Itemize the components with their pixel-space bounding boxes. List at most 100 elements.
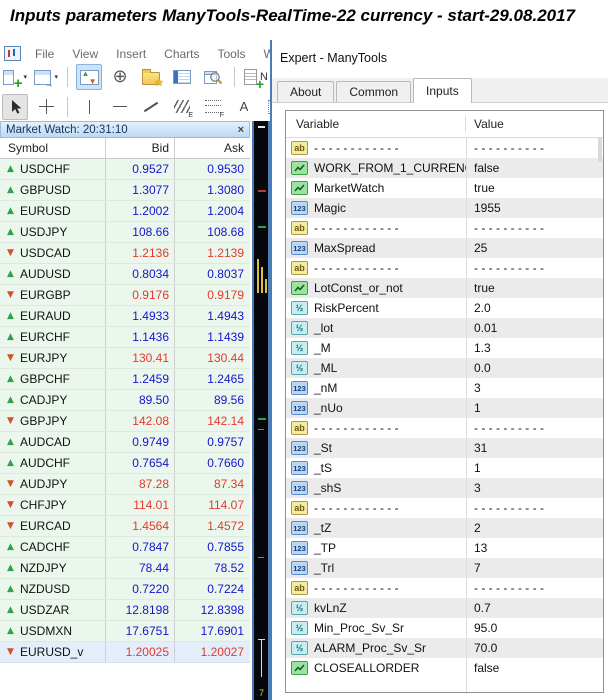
- market-watch-row-USDCHF[interactable]: ▲ USDCHF 0.9527 0.9530: [0, 159, 250, 180]
- market-watch-row-USDJPY[interactable]: ▲ USDJPY 108.66 108.68: [0, 222, 250, 243]
- input-row-Magic[interactable]: 123 Magic 1955: [286, 198, 603, 218]
- value-cell[interactable]: true: [466, 281, 603, 295]
- text-button[interactable]: A: [231, 94, 257, 120]
- value-cell[interactable]: 0.01: [466, 321, 603, 335]
- value-cell[interactable]: 7: [466, 561, 603, 575]
- crosshair-button[interactable]: [33, 94, 59, 120]
- value-cell[interactable]: 25: [466, 241, 603, 255]
- profiles-button[interactable]: ▾: [33, 64, 59, 90]
- strategy-tester-button[interactable]: [200, 64, 226, 90]
- channel-button[interactable]: E: [169, 94, 195, 120]
- value-cell[interactable]: false: [466, 161, 603, 175]
- cursor-button[interactable]: [2, 93, 28, 120]
- scrollbar-thumb[interactable]: [598, 138, 602, 162]
- value-cell[interactable]: 95.0: [466, 621, 603, 635]
- input-row-_M[interactable]: ½ _M 1.3: [286, 338, 603, 358]
- input-row-_nM[interactable]: 123 _nM 3: [286, 378, 603, 398]
- value-cell[interactable]: 1.3: [466, 341, 603, 355]
- market-watch-row-AUDCAD[interactable]: ▲ AUDCAD 0.9749 0.9757: [0, 432, 250, 453]
- menu-insert[interactable]: Insert: [107, 47, 155, 61]
- market-watch-row-NZDJPY[interactable]: ▲ NZDJPY 78.44 78.52: [0, 558, 250, 579]
- input-row-ALARM_Proc_Sv_Sr[interactable]: ½ ALARM_Proc_Sv_Sr 70.0: [286, 638, 603, 658]
- market-watch-row-EURGBP[interactable]: ▼ EURGBP 0.9176 0.9179: [0, 285, 250, 306]
- column-header-bid[interactable]: Bid: [106, 138, 175, 158]
- value-cell[interactable]: 2: [466, 521, 603, 535]
- market-watch-row-USDZAR[interactable]: ▲ USDZAR 12.8198 12.8398: [0, 600, 250, 621]
- trendline-button[interactable]: [138, 94, 164, 120]
- market-watch-row-EURJPY[interactable]: ▼ EURJPY 130.41 130.44: [0, 348, 250, 369]
- market-watch-row-EURCAD[interactable]: ▼ EURCAD 1.4564 1.4572: [0, 516, 250, 537]
- input-row-LotConst_or_not[interactable]: LotConst_or_not true: [286, 278, 603, 298]
- fibonacci-button[interactable]: F: [200, 94, 226, 120]
- terminal-button[interactable]: [169, 64, 195, 90]
- value-cell[interactable]: true: [466, 181, 603, 195]
- input-row-_ML[interactable]: ½ _ML 0.0: [286, 358, 603, 378]
- market-watch-row-AUDCHF[interactable]: ▲ AUDCHF 0.7654 0.7660: [0, 453, 250, 474]
- input-row-_nUo[interactable]: 123 _nUo 1: [286, 398, 603, 418]
- input-row-_shS[interactable]: 123 _shS 3: [286, 478, 603, 498]
- market-watch-row-EURUSD[interactable]: ▲ EURUSD 1.2002 1.2004: [0, 201, 250, 222]
- dropdown-caret-icon[interactable]: ▾: [54, 73, 58, 81]
- market-watch-row-USDCAD[interactable]: ▼ USDCAD 1.2136 1.2139: [0, 243, 250, 264]
- column-header-symbol[interactable]: Symbol: [0, 138, 106, 158]
- market-watch-row-USDMXN[interactable]: ▲ USDMXN 17.6751 17.6901: [0, 621, 250, 642]
- input-row-separator[interactable]: ab - - - - - - - - - - - - - - - - - - - -…: [286, 258, 603, 278]
- close-icon[interactable]: ×: [238, 124, 244, 136]
- value-cell[interactable]: false: [466, 661, 603, 675]
- value-cell[interactable]: - - - - - - - - - -: [466, 141, 603, 155]
- market-watch-row-CHFJPY[interactable]: ▼ CHFJPY 114.01 114.07: [0, 495, 250, 516]
- menu-view[interactable]: View: [63, 47, 107, 61]
- input-row-separator[interactable]: ab - - - - - - - - - - - - - - - - - - - -…: [286, 138, 603, 158]
- data-window-button[interactable]: [107, 64, 133, 90]
- value-cell[interactable]: - - - - - - - - - -: [466, 261, 603, 275]
- new-chart-button[interactable]: ▾: [2, 64, 28, 92]
- input-row-CLOSEALLORDER[interactable]: CLOSEALLORDER false: [286, 658, 603, 678]
- market-watch-row-GBPUSD[interactable]: ▲ GBPUSD 1.3077 1.3080: [0, 180, 250, 201]
- input-row-_tZ[interactable]: 123 _tZ 2: [286, 518, 603, 538]
- input-row-MarketWatch[interactable]: MarketWatch true: [286, 178, 603, 198]
- value-cell[interactable]: 70.0: [466, 641, 603, 655]
- menu-tools[interactable]: Tools: [209, 47, 255, 61]
- input-row-WORK_FROM_1_CURRENCY[interactable]: WORK_FROM_1_CURRENCY false: [286, 158, 603, 178]
- market-watch-row-NZDUSD[interactable]: ▲ NZDUSD 0.7220 0.7224: [0, 579, 250, 600]
- market-watch-toggle[interactable]: [76, 64, 102, 90]
- market-watch-row-CADCHF[interactable]: ▲ CADCHF 0.7847 0.7855: [0, 537, 250, 558]
- value-cell[interactable]: 2.0: [466, 301, 603, 315]
- market-watch-row-GBPJPY[interactable]: ▼ GBPJPY 142.08 142.14: [0, 411, 250, 432]
- input-row-separator[interactable]: ab - - - - - - - - - - - - - - - - - - - -…: [286, 418, 603, 438]
- input-row-separator[interactable]: ab - - - - - - - - - - - - - - - - - - - -…: [286, 498, 603, 518]
- value-cell[interactable]: 1955: [466, 201, 603, 215]
- market-watch-row-EURCHF[interactable]: ▲ EURCHF 1.1436 1.1439: [0, 327, 250, 348]
- tab-inputs[interactable]: Inputs: [413, 78, 472, 103]
- value-cell[interactable]: - - - - - - - - - -: [466, 421, 603, 435]
- input-row-separator[interactable]: ab - - - - - - - - - - - - - - - - - - - -…: [286, 578, 603, 598]
- column-header-value[interactable]: Value: [466, 117, 603, 131]
- tab-common[interactable]: Common: [336, 81, 412, 102]
- value-cell[interactable]: - - - - - - - - - -: [466, 501, 603, 515]
- input-row-RiskPercent[interactable]: ½ RiskPercent 2.0: [286, 298, 603, 318]
- input-row-Min_Proc_Sv_Sr[interactable]: ½ Min_Proc_Sv_Sr 95.0: [286, 618, 603, 638]
- value-cell[interactable]: 0.7: [466, 601, 603, 615]
- input-row-_Trl[interactable]: 123 _Trl 7: [286, 558, 603, 578]
- value-cell[interactable]: 3: [466, 381, 603, 395]
- value-cell[interactable]: 1: [466, 461, 603, 475]
- menu-file[interactable]: File: [26, 47, 63, 61]
- input-row-_St[interactable]: 123 _St 31: [286, 438, 603, 458]
- value-cell[interactable]: 3: [466, 481, 603, 495]
- value-cell[interactable]: - - - - - - - - - -: [466, 221, 603, 235]
- input-row-kvLnZ[interactable]: ½ kvLnZ 0.7: [286, 598, 603, 618]
- new-order-button[interactable]: N: [243, 64, 269, 92]
- market-watch-row-CADJPY[interactable]: ▲ CADJPY 89.50 89.56: [0, 390, 250, 411]
- input-row-MaxSpread[interactable]: 123 MaxSpread 25: [286, 238, 603, 258]
- value-cell[interactable]: - - - - - - - - - -: [466, 581, 603, 595]
- input-row-_TP[interactable]: 123 _TP 13: [286, 538, 603, 558]
- menu-charts[interactable]: Charts: [155, 47, 208, 61]
- value-cell[interactable]: 31: [466, 441, 603, 455]
- market-watch-row-EURAUD[interactable]: ▲ EURAUD 1.4933 1.4943: [0, 306, 250, 327]
- input-row-separator[interactable]: ab - - - - - - - - - - - - - - - - - - - -…: [286, 218, 603, 238]
- market-watch-row-EURUSD_v[interactable]: ▼ EURUSD_v 1.20025 1.20027: [0, 642, 250, 663]
- value-cell[interactable]: 13: [466, 541, 603, 555]
- column-header-ask[interactable]: Ask: [175, 138, 250, 158]
- column-header-variable[interactable]: Variable: [286, 116, 466, 132]
- tab-about[interactable]: About: [277, 81, 335, 102]
